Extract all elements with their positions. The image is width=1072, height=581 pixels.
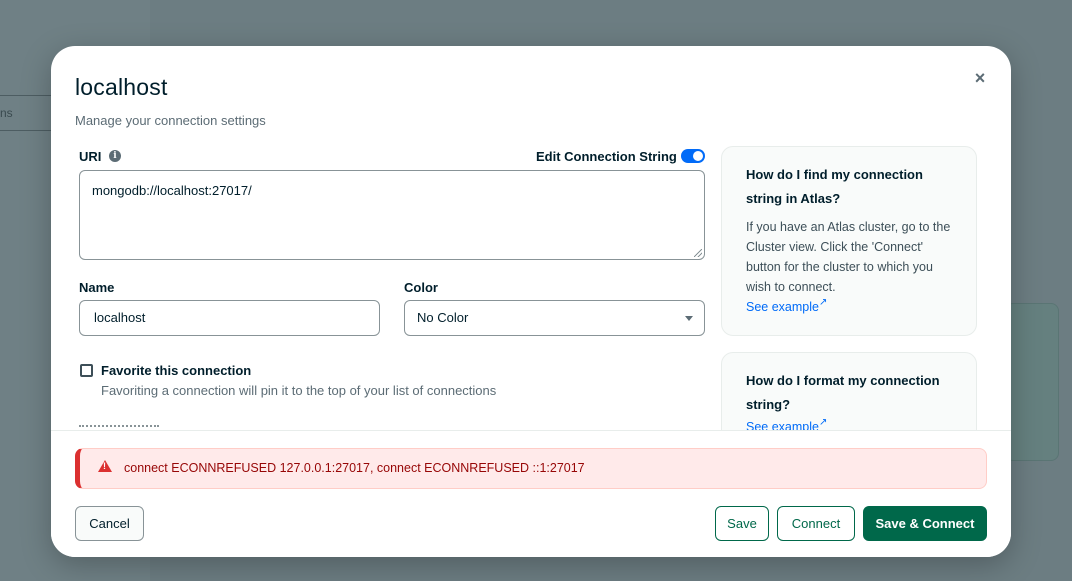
- edit-connection-string-toggle[interactable]: [681, 149, 705, 163]
- color-select[interactable]: No Color: [404, 300, 705, 336]
- favorite-label[interactable]: Favorite this connection: [101, 363, 251, 378]
- uri-label: URI: [79, 149, 102, 164]
- color-label: Color: [404, 280, 438, 295]
- save-and-connect-button[interactable]: Save & Connect: [863, 506, 987, 541]
- external-link-icon: ↗: [818, 417, 828, 428]
- connect-button[interactable]: Connect: [777, 506, 855, 541]
- favorite-checkbox[interactable]: [80, 364, 93, 377]
- help-body: If you have an Atlas cluster, go to the …: [746, 220, 951, 294]
- toggle-knob: [693, 151, 703, 161]
- see-example-link[interactable]: See example: [746, 300, 819, 314]
- help-title: How do I find my connection string in At…: [746, 167, 923, 206]
- save-button[interactable]: Save: [715, 506, 769, 541]
- name-label: Name: [79, 280, 115, 295]
- uri-value: mongodb://localhost:27017/: [92, 183, 252, 198]
- edit-connection-string-label: Edit Connection String: [536, 149, 677, 164]
- background-card: [1005, 303, 1059, 461]
- uri-textarea[interactable]: mongodb://localhost:27017/: [79, 170, 705, 260]
- info-icon[interactable]: i: [109, 150, 121, 162]
- cancel-button[interactable]: Cancel: [75, 506, 144, 541]
- modal-footer: connect ECONNREFUSED 127.0.0.1:27017, co…: [51, 430, 1011, 557]
- name-input[interactable]: localhost: [79, 300, 380, 336]
- resize-handle-icon[interactable]: [694, 249, 702, 257]
- help-card-atlas: How do I find my connection string in At…: [721, 146, 977, 336]
- connection-modal: localhost Manage your connection setting…: [51, 46, 1011, 557]
- warning-icon: [98, 460, 112, 472]
- external-link-icon: ↗: [818, 297, 828, 308]
- caret-down-icon: [685, 316, 693, 321]
- error-message: connect ECONNREFUSED 127.0.0.1:27017, co…: [124, 461, 585, 475]
- error-banner: connect ECONNREFUSED 127.0.0.1:27017, co…: [75, 448, 987, 489]
- favorite-description: Favoriting a connection will pin it to t…: [101, 383, 497, 398]
- background-text: ns: [0, 106, 13, 120]
- modal-title: localhost: [75, 74, 168, 100]
- help-title: How do I format my connection string?: [746, 373, 940, 412]
- color-select-value: No Color: [417, 310, 469, 325]
- modal-subtitle: Manage your connection settings: [75, 113, 266, 128]
- close-icon[interactable]: ×: [970, 68, 990, 88]
